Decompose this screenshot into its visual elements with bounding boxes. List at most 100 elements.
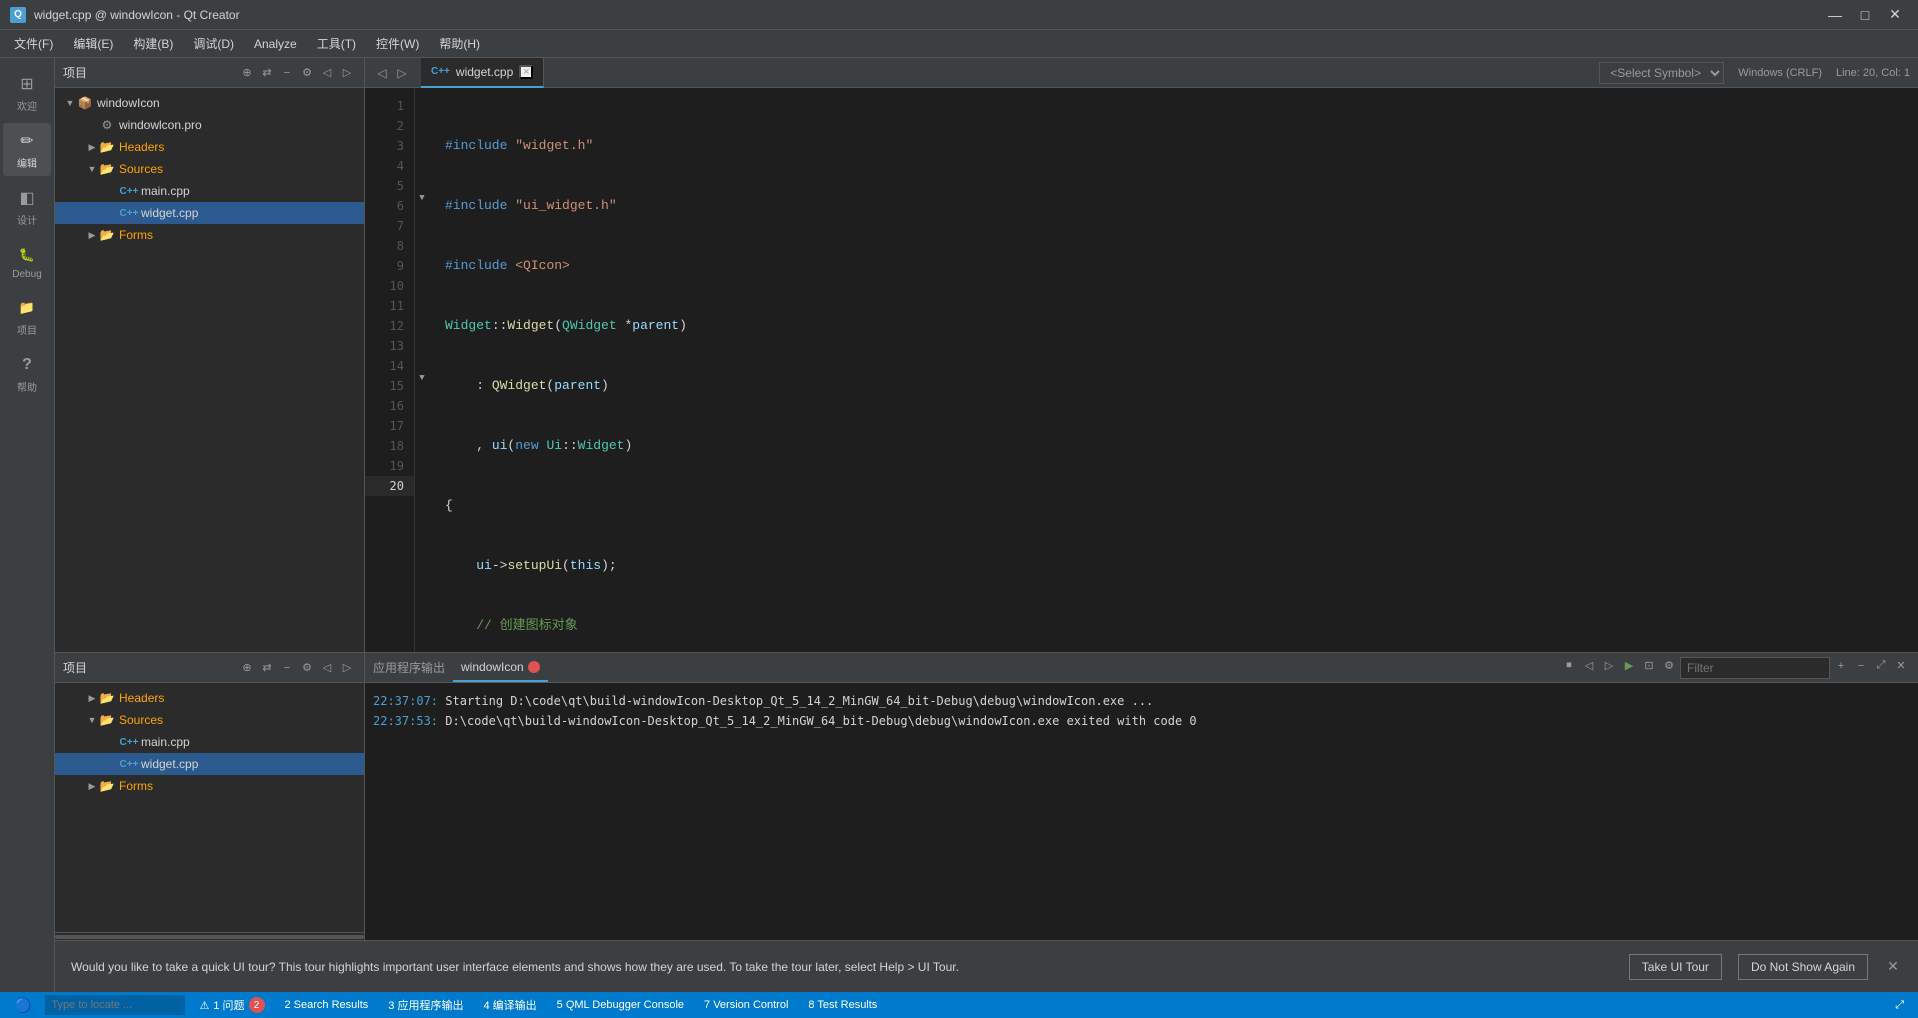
tree-item-widgetcpp[interactable]: C++ widget.cpp <box>55 202 364 224</box>
ln-16: 16 <box>365 396 414 416</box>
bottom-nav-left-btn[interactable]: ◁ <box>318 659 336 677</box>
output-prev-btn[interactable]: ◁ <box>1580 657 1598 675</box>
tab-nav-prev[interactable]: ◁ <box>373 64 391 82</box>
menu-help[interactable]: 帮助(H) <box>429 31 490 56</box>
sidebar-item-debug[interactable]: 🐛 Debug <box>3 237 51 286</box>
panel-nav-right-btn[interactable]: ▷ <box>338 64 356 82</box>
status-app-output[interactable]: 3 应用程序输出 <box>382 992 469 1018</box>
panel-filter-btn[interactable]: ⊕ <box>238 64 256 82</box>
ln-20: 20 <box>365 476 414 496</box>
ln-10: 10 <box>365 276 414 296</box>
output-time-2: 22:37:53: <box>373 714 438 728</box>
ln-5: 5 <box>365 176 414 196</box>
panel-sync-btn[interactable]: ⇄ <box>258 64 276 82</box>
bottom-cpp-icon-main: C++ <box>121 734 137 750</box>
menu-edit[interactable]: 编辑(E) <box>63 31 123 56</box>
bottom-nav-right-btn[interactable]: ▷ <box>338 659 356 677</box>
status-search-results[interactable]: 2 Search Results <box>279 992 375 1018</box>
output-run-btn[interactable]: ▶ <box>1620 657 1638 675</box>
menu-tools[interactable]: 工具(T) <box>307 31 366 56</box>
output-tab-close[interactable] <box>528 661 540 673</box>
panel-collapse-btn[interactable]: − <box>278 64 296 82</box>
output-text-2: D:\code\qt\build-windowIcon-Desktop_Qt_5… <box>445 714 1196 728</box>
output-content: 22:37:07: Starting D:\code\qt\build-wind… <box>365 683 1918 940</box>
projects-icon: 📁 <box>15 296 39 320</box>
output-next-btn[interactable]: ▷ <box>1600 657 1618 675</box>
sidebar-item-projects[interactable]: 📁 项目 <box>3 290 51 343</box>
menu-file[interactable]: 文件(F) <box>4 31 63 56</box>
dont-show-button[interactable]: Do Not Show Again <box>1738 954 1868 980</box>
tree-item-sources[interactable]: ▼ 📂 Sources <box>55 158 364 180</box>
menu-controls[interactable]: 控件(W) <box>366 31 429 56</box>
fold-arrow-6[interactable]: ▼ <box>415 188 429 208</box>
tab-nav-next[interactable]: ▷ <box>393 64 411 82</box>
output-close-all-btn[interactable]: ✕ <box>1892 657 1910 675</box>
output-filter-input[interactable] <box>1680 657 1830 679</box>
fold-btn-4[interactable] <box>415 148 429 168</box>
sources-icon: 📂 <box>99 161 115 177</box>
tree-item-forms[interactable]: ▶ 📂 Forms <box>55 224 364 246</box>
editor-area: ◁ ▷ C++ widget.cpp × <Select Symbol> Win… <box>365 58 1918 652</box>
ln-17: 17 <box>365 416 414 436</box>
symbol-select[interactable]: <Select Symbol> <box>1599 62 1724 84</box>
output-remove-btn[interactable]: − <box>1852 657 1870 675</box>
maximize-button[interactable]: □ <box>1852 5 1878 25</box>
status-item-icon[interactable]: 🔵 <box>8 992 37 1018</box>
fold-arrow-15[interactable]: ▼ <box>415 368 429 388</box>
help-icon: ? <box>15 353 39 377</box>
tree-label-forms: Forms <box>119 228 153 242</box>
status-search-input[interactable] <box>45 995 185 1015</box>
bottom-tree-item-headers[interactable]: ▶ 📂 Headers <box>55 687 364 709</box>
tab-close-button[interactable]: × <box>519 65 533 79</box>
tree-item-maincpp[interactable]: C++ main.cpp <box>55 180 364 202</box>
status-tests[interactable]: 8 Test Results <box>802 992 883 1018</box>
sidebar-item-edit[interactable]: ✏ 编辑 <box>3 123 51 176</box>
sidebar-item-welcome[interactable]: ⊞ 欢迎 <box>3 66 51 119</box>
minimize-button[interactable]: — <box>1822 5 1848 25</box>
bottom-filter-btn[interactable]: ⊕ <box>238 659 256 677</box>
cpp-icon-main: C++ <box>121 183 137 199</box>
panel-nav-left-btn[interactable]: ◁ <box>318 64 336 82</box>
menu-build[interactable]: 构建(B) <box>123 31 183 56</box>
bottom-tree-item-sources[interactable]: ▼ 📂 Sources <box>55 709 364 731</box>
tab-widgetcpp[interactable]: C++ widget.cpp × <box>421 58 544 88</box>
status-qml[interactable]: 5 QML Debugger Console <box>551 992 690 1018</box>
sidebar-item-help[interactable]: ? 帮助 <box>3 347 51 400</box>
close-button[interactable]: ✕ <box>1882 5 1908 25</box>
compile-text: 4 编译输出 <box>483 997 536 1013</box>
status-problems[interactable]: ⚠ 1 问题 2 <box>193 992 270 1018</box>
take-tour-button[interactable]: Take UI Tour <box>1629 954 1722 980</box>
bottom-area: 项目 ⊕ ⇄ − ⚙ ◁ ▷ ▶ 📂 <box>55 652 1918 992</box>
output-expand-btn[interactable]: ⤢ <box>1872 657 1890 675</box>
menu-debug[interactable]: 调试(D) <box>183 31 244 56</box>
sidebar-label-welcome: 欢迎 <box>17 98 37 113</box>
bottom-label-maincpp: main.cpp <box>141 735 190 749</box>
status-compile[interactable]: 4 编译输出 <box>477 992 542 1018</box>
status-version[interactable]: 7 Version Control <box>698 992 794 1018</box>
tree-item-pro[interactable]: ⚙ windowlcon.pro <box>55 114 364 136</box>
status-expand[interactable]: ⤢ <box>1889 992 1910 1018</box>
output-tab-windowIcon[interactable]: windowIcon <box>453 654 548 682</box>
notification-close-button[interactable]: ✕ <box>1884 958 1902 976</box>
bottom-tree-item-forms[interactable]: ▶ 📂 Forms <box>55 775 364 797</box>
bottom-settings-btn[interactable]: ⚙ <box>298 659 316 677</box>
output-stop-btn[interactable]: ⏹ <box>1560 657 1578 675</box>
code-content[interactable]: #include "widget.h" #include "ui_widget.… <box>429 88 1918 652</box>
sidebar-item-design[interactable]: ◧ 设计 <box>3 180 51 233</box>
tree-item-windowIcon[interactable]: ▼ 📦 windowIcon <box>55 92 364 114</box>
qt-status-icon: 🔵 <box>14 997 31 1014</box>
tree-arrow-sources: ▼ <box>85 162 99 176</box>
bottom-tree-item-widgetcpp[interactable]: C++ widget.cpp <box>55 753 364 775</box>
problems-count: 2 <box>249 997 265 1013</box>
fold-empty-1 <box>415 88 429 108</box>
bottom-sync-btn[interactable]: ⇄ <box>258 659 276 677</box>
sidebar-label-design: 设计 <box>17 212 37 227</box>
output-options-btn[interactable]: ⚙ <box>1660 657 1678 675</box>
bottom-tree-item-maincpp[interactable]: C++ main.cpp <box>55 731 364 753</box>
output-clear-btn[interactable]: ⊡ <box>1640 657 1658 675</box>
panel-settings-btn[interactable]: ⚙ <box>298 64 316 82</box>
tree-item-headers[interactable]: ▶ 📂 Headers <box>55 136 364 158</box>
output-add-btn[interactable]: + <box>1832 657 1850 675</box>
menu-analyze[interactable]: Analyze <box>244 33 307 55</box>
bottom-collapse-btn[interactable]: − <box>278 659 296 677</box>
